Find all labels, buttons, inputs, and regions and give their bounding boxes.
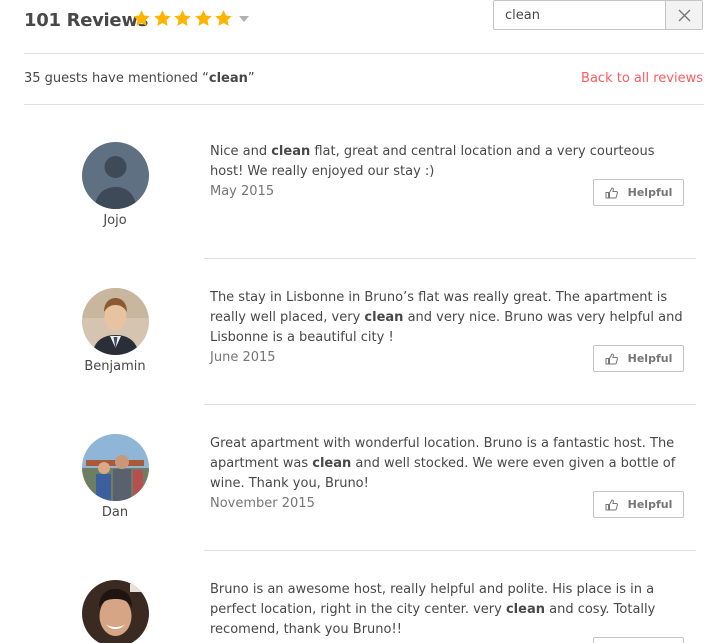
star-icon (215, 10, 232, 26)
avatar[interactable] (82, 288, 149, 355)
review-text: Great apartment with wonderful location.… (210, 434, 688, 494)
review-text-part: Nice and (210, 144, 272, 159)
star-icon (133, 10, 150, 26)
thumbs-up-icon (605, 352, 618, 364)
star-icon (194, 10, 212, 26)
header-divider (24, 53, 704, 54)
reviewer-name[interactable]: Jojo (64, 213, 166, 228)
review-item: Bruno is an awesome host, really helpful… (0, 580, 713, 643)
caret-down-icon[interactable] (238, 15, 249, 22)
review-keyword: clean (364, 310, 404, 325)
review-search (493, 0, 703, 30)
thumbs-up-icon (605, 186, 618, 198)
review-date: November 2015 (210, 496, 315, 511)
reviews-count-title: 101 Reviews (24, 10, 149, 31)
review-item: Jojo Nice and clean flat, great and cent… (0, 142, 713, 262)
rating-stars[interactable] (132, 9, 249, 28)
review-keyword: clean (505, 602, 545, 617)
back-to-all-reviews-link[interactable]: Back to all reviews (581, 71, 703, 86)
star-icon (153, 10, 171, 26)
review-item: Dan Great apartment with wonderful locat… (0, 434, 713, 554)
clear-search-button[interactable] (665, 1, 702, 29)
thumbs-up-icon (605, 498, 618, 510)
review-item: Benjamin The stay in Lisbonne in Bruno’s… (0, 288, 713, 408)
reviewer-name[interactable]: Benjamin (64, 359, 166, 374)
avatar[interactable] (82, 580, 149, 643)
star-icon (174, 10, 191, 26)
helpful-label: Helpful (627, 352, 673, 365)
review-text: Bruno is an awesome host, really helpful… (210, 580, 688, 640)
helpful-label: Helpful (627, 186, 673, 199)
mention-keyword: clean (208, 71, 248, 86)
mention-suffix: ” (247, 71, 255, 86)
review-keyword: clean (271, 144, 311, 159)
filter-divider (24, 104, 704, 105)
review-date: May 2015 (210, 184, 275, 199)
review-text: Nice and clean flat, great and central l… (210, 142, 688, 182)
helpful-button[interactable]: Helpful (593, 345, 684, 372)
mention-summary: 35 guests have mentioned “clean” (24, 71, 255, 86)
avatar[interactable] (82, 434, 149, 501)
search-input[interactable] (494, 1, 665, 29)
close-icon (678, 9, 690, 21)
review-divider (204, 404, 696, 405)
helpful-button[interactable] (593, 637, 684, 643)
review-date: June 2015 (210, 350, 276, 365)
helpful-label: Helpful (627, 498, 673, 511)
helpful-button[interactable]: Helpful (593, 491, 684, 518)
review-divider (204, 550, 696, 551)
reviewer-name[interactable]: Dan (64, 505, 166, 520)
mention-prefix: 35 guests have mentioned “ (24, 71, 209, 86)
review-divider (204, 258, 696, 259)
review-keyword: clean (312, 456, 352, 471)
avatar[interactable] (82, 142, 149, 209)
helpful-button[interactable]: Helpful (593, 179, 684, 206)
review-text: The stay in Lisbonne in Bruno’s flat was… (210, 288, 688, 348)
